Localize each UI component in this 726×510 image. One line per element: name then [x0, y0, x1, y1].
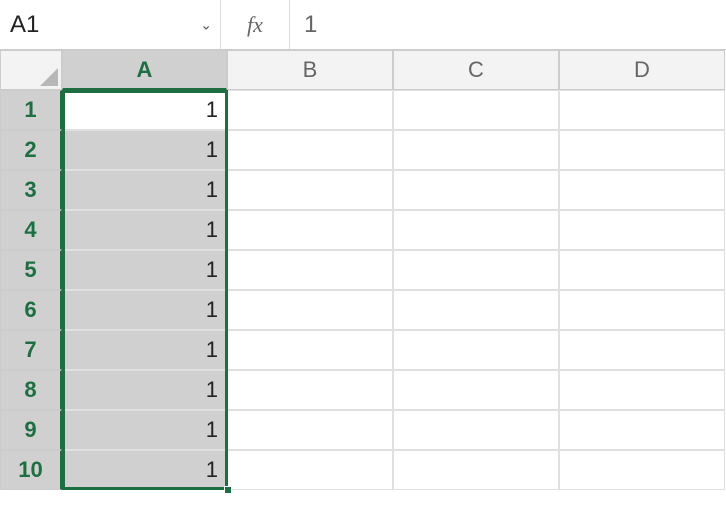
row-header-9[interactable]: 9 — [0, 410, 62, 450]
cell-B5[interactable] — [227, 250, 393, 290]
cell-A7[interactable]: 1 — [62, 330, 227, 370]
cell-D4[interactable] — [559, 210, 725, 250]
name-box[interactable]: A1 ⌄ — [0, 5, 220, 45]
cell-D6[interactable] — [559, 290, 725, 330]
row-header-6[interactable]: 6 — [0, 290, 62, 330]
row-header-7[interactable]: 7 — [0, 330, 62, 370]
cell-D7[interactable] — [559, 330, 725, 370]
col-header-C[interactable]: C — [393, 50, 559, 90]
cell-D3[interactable] — [559, 170, 725, 210]
cell-C7[interactable] — [393, 330, 559, 370]
cell-A2[interactable]: 1 — [62, 130, 227, 170]
cell-C10[interactable] — [393, 450, 559, 490]
row-header-10[interactable]: 10 — [0, 450, 62, 490]
cell-D5[interactable] — [559, 250, 725, 290]
cell-B1[interactable] — [227, 90, 393, 130]
formula-bar: A1 ⌄ fx 1 — [0, 0, 726, 50]
cell-B6[interactable] — [227, 290, 393, 330]
cell-D9[interactable] — [559, 410, 725, 450]
cell-D2[interactable] — [559, 130, 725, 170]
row-header-8[interactable]: 8 — [0, 370, 62, 410]
cell-B4[interactable] — [227, 210, 393, 250]
col-header-D[interactable]: D — [559, 50, 725, 90]
row-header-3[interactable]: 3 — [0, 170, 62, 210]
col-header-A[interactable]: A — [62, 50, 227, 90]
cell-B8[interactable] — [227, 370, 393, 410]
cell-A4[interactable]: 1 — [62, 210, 227, 250]
cell-A3[interactable]: 1 — [62, 170, 227, 210]
row-header-4[interactable]: 4 — [0, 210, 62, 250]
cell-B3[interactable] — [227, 170, 393, 210]
formula-input-value: 1 — [304, 11, 317, 39]
name-box-value: A1 — [10, 11, 39, 39]
cell-D10[interactable] — [559, 450, 725, 490]
spreadsheet-grid-wrap: A B C D 1 1 2 1 3 1 4 1 5 1 — [0, 50, 726, 490]
formula-input[interactable]: 1 — [290, 0, 726, 49]
cell-A1[interactable]: 1 — [62, 90, 227, 130]
cell-D8[interactable] — [559, 370, 725, 410]
cell-A6[interactable]: 1 — [62, 290, 227, 330]
cell-A5[interactable]: 1 — [62, 250, 227, 290]
cell-D1[interactable] — [559, 90, 725, 130]
chevron-down-icon[interactable]: ⌄ — [200, 16, 212, 33]
fx-button[interactable]: fx — [220, 0, 290, 49]
row-header-1[interactable]: 1 — [0, 90, 62, 130]
fill-handle[interactable] — [224, 486, 232, 494]
select-all-corner[interactable] — [0, 50, 62, 90]
cell-C9[interactable] — [393, 410, 559, 450]
cell-A9[interactable]: 1 — [62, 410, 227, 450]
cell-A8[interactable]: 1 — [62, 370, 227, 410]
row-header-2[interactable]: 2 — [0, 130, 62, 170]
cell-C4[interactable] — [393, 210, 559, 250]
cell-C2[interactable] — [393, 130, 559, 170]
cell-B7[interactable] — [227, 330, 393, 370]
spreadsheet-grid: A B C D 1 1 2 1 3 1 4 1 5 1 — [0, 50, 726, 490]
cell-C6[interactable] — [393, 290, 559, 330]
col-header-B[interactable]: B — [227, 50, 393, 90]
cell-C3[interactable] — [393, 170, 559, 210]
cell-C5[interactable] — [393, 250, 559, 290]
row-header-5[interactable]: 5 — [0, 250, 62, 290]
cell-B9[interactable] — [227, 410, 393, 450]
cell-A10[interactable]: 1 — [62, 450, 227, 490]
fx-label-text: fx — [247, 12, 263, 38]
cell-C1[interactable] — [393, 90, 559, 130]
cell-C8[interactable] — [393, 370, 559, 410]
cell-B2[interactable] — [227, 130, 393, 170]
cell-B10[interactable] — [227, 450, 393, 490]
